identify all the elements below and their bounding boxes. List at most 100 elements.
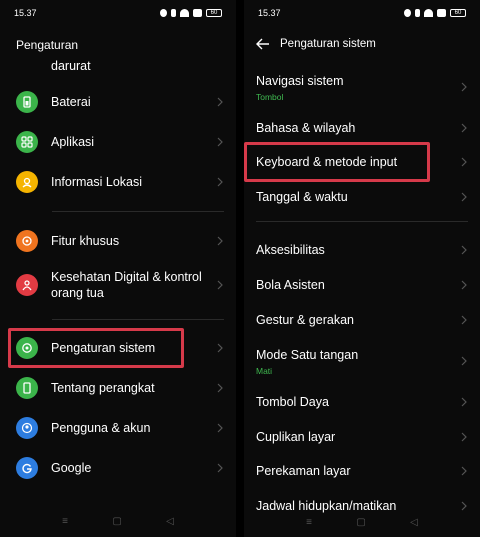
list-item-label: Fitur khusus — [51, 234, 120, 248]
status-time: 15.37 — [258, 8, 281, 18]
chevron-right-icon — [216, 236, 224, 246]
chevron-right-icon — [460, 82, 468, 92]
list-item-date-time[interactable]: Tanggal & waktu — [244, 188, 480, 206]
list-item-digital-wellbeing[interactable]: Kesehatan Digital & kontrol orang tua — [0, 268, 236, 302]
list-item-assistive-ball[interactable]: Bola Asisten — [244, 276, 480, 294]
back-arrow-icon[interactable] — [256, 38, 270, 50]
list-item-label: Bola Asisten — [256, 278, 325, 292]
list-item-label: Kesehatan Digital & kontrol orang tua — [51, 270, 202, 300]
chevron-right-icon — [460, 192, 468, 202]
status-bar: 15.37 60 — [14, 6, 222, 20]
section-divider — [52, 319, 224, 320]
chevron-right-icon — [460, 157, 468, 167]
list-item-special-features[interactable]: Fitur khusus — [0, 229, 236, 253]
location-icon — [16, 171, 38, 193]
chevron-right-icon — [460, 280, 468, 290]
vibrate-icon — [171, 9, 176, 17]
chevron-right-icon — [460, 501, 468, 511]
chevron-right-icon — [216, 423, 224, 433]
list-item-label: Tentang perangkat — [51, 381, 155, 395]
chevron-right-icon — [216, 343, 224, 353]
chevron-right-icon — [216, 280, 224, 290]
about-phone-icon — [16, 377, 38, 399]
settings-panel: 15.37 60 Pengaturan darurat Baterai Apli… — [0, 0, 236, 537]
list-item-label: Jadwal hidupkan/matikan — [256, 499, 397, 513]
signal-icon — [437, 9, 446, 17]
digital-wellbeing-icon — [16, 274, 38, 296]
chevron-right-icon — [216, 463, 224, 473]
back-button[interactable]: ◁ — [166, 516, 174, 527]
list-item-google[interactable]: Google — [0, 456, 236, 480]
battery-indicator: 60 — [206, 9, 222, 17]
list-item-user-account[interactable]: Pengguna & akun — [0, 416, 236, 440]
wifi-icon — [424, 9, 433, 17]
page-title: Pengaturan — [16, 38, 79, 52]
highlight-box — [8, 328, 184, 368]
list-item-label: Gestur & gerakan — [256, 313, 354, 327]
list-item-system-navigation[interactable]: Navigasi sistem Tombol — [244, 72, 480, 102]
list-item-label: Mode Satu tangan — [256, 347, 359, 362]
navigation-bar: ≡ ▢ ◁ — [244, 513, 480, 537]
list-item-apps[interactable]: Aplikasi — [0, 130, 236, 154]
list-item-label: Tombol Daya — [256, 395, 329, 409]
chevron-right-icon — [216, 137, 224, 147]
chevron-right-icon — [460, 245, 468, 255]
list-item-language-region[interactable]: Bahasa & wilayah — [244, 119, 480, 137]
chevron-right-icon — [460, 356, 468, 366]
list-item-label: Aplikasi — [51, 135, 95, 149]
alarm-icon — [160, 9, 167, 17]
list-item-accessibility[interactable]: Aksesibilitas — [244, 241, 480, 259]
list-item-screenshot[interactable]: Cuplikan layar — [244, 428, 480, 446]
list-item-label: Google — [51, 461, 92, 475]
system-settings-panel: 15.37 60 Pengaturan sistem Navigasi sist… — [244, 0, 480, 537]
user-account-icon — [16, 417, 38, 439]
menu-button[interactable]: ≡ — [306, 517, 312, 528]
status-time: 15.37 — [14, 8, 37, 18]
chevron-right-icon — [460, 397, 468, 407]
battery-indicator: 60 — [450, 9, 466, 17]
battery-icon — [16, 91, 38, 113]
vibrate-icon — [415, 9, 420, 17]
apps-icon — [16, 131, 38, 153]
list-item-emergency[interactable]: darurat — [0, 58, 236, 74]
wifi-icon — [180, 9, 189, 17]
list-item-label: Informasi Lokasi — [51, 175, 143, 189]
chevron-right-icon — [216, 177, 224, 187]
list-item-label: Pengguna & akun — [51, 421, 151, 435]
chevron-right-icon — [216, 97, 224, 107]
section-divider — [256, 221, 468, 222]
list-item-label: Bahasa & wilayah — [256, 121, 356, 135]
list-item-screen-recording[interactable]: Perekaman layar — [244, 462, 480, 480]
home-button[interactable]: ▢ — [356, 517, 365, 528]
chevron-right-icon — [460, 123, 468, 133]
alarm-icon — [404, 9, 411, 17]
special-features-icon — [16, 230, 38, 252]
chevron-right-icon — [460, 466, 468, 476]
section-divider — [52, 211, 224, 212]
list-item-about-phone[interactable]: Tentang perangkat — [0, 376, 236, 400]
list-item-battery[interactable]: Baterai — [0, 90, 236, 114]
home-button[interactable]: ▢ — [112, 516, 121, 527]
status-bar: 15.37 60 — [258, 6, 466, 20]
list-item-label: Tanggal & waktu — [256, 190, 348, 204]
list-item-value: Mati — [256, 365, 273, 376]
google-icon — [16, 457, 38, 479]
page-title: Pengaturan sistem — [280, 38, 376, 50]
list-item-value: Tombol — [256, 91, 284, 102]
list-item-label: darurat — [51, 59, 91, 73]
menu-button[interactable]: ≡ — [62, 516, 68, 527]
chevron-right-icon — [460, 432, 468, 442]
list-item-label: Navigasi sistem — [256, 73, 344, 88]
highlight-box — [244, 142, 430, 182]
navigation-bar: ≡ ▢ ◁ — [0, 513, 236, 529]
list-item-label: Aksesibilitas — [256, 243, 325, 257]
list-item-label: Cuplikan layar — [256, 430, 336, 444]
list-item-one-handed-mode[interactable]: Mode Satu tangan Mati — [244, 346, 480, 376]
list-item-power-button[interactable]: Tombol Daya — [244, 393, 480, 411]
app-bar: Pengaturan sistem — [256, 38, 376, 50]
list-item-label: Perekaman layar — [256, 464, 351, 478]
list-item-location[interactable]: Informasi Lokasi — [0, 170, 236, 194]
list-item-label: Baterai — [51, 95, 91, 109]
back-button[interactable]: ◁ — [410, 517, 418, 528]
list-item-gestures[interactable]: Gestur & gerakan — [244, 311, 480, 329]
